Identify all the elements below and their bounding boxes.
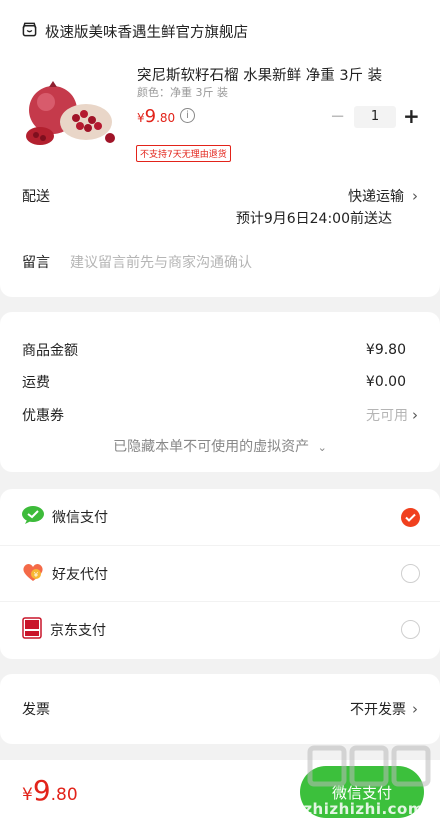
svg-text:¥: ¥ (34, 571, 39, 579)
hidden-assets-note[interactable]: 已隐藏本单不可使用的虚拟资产 ⌄ (0, 436, 440, 456)
invoice-card: 发票 不开发票 › (0, 674, 440, 744)
total-currency: ¥ (22, 785, 33, 805)
radio-unselected-icon[interactable] (401, 620, 420, 639)
delivery-row[interactable]: 配送 快递运输 › (22, 186, 418, 206)
pay-button[interactable]: 微信支付 (300, 766, 424, 818)
payment-method-jd[interactable]: 京东支付 (0, 601, 440, 657)
quantity-value[interactable]: 1 (354, 106, 396, 128)
store-header[interactable]: 极速版美味香遇生鲜官方旗舰店 (22, 20, 418, 42)
goods-amount-label: 商品金额 (22, 343, 78, 359)
chevron-right-icon: › (412, 406, 418, 424)
product-price: ¥ 9 .80 (137, 106, 175, 127)
delivery-method: 快递运输 (348, 189, 404, 205)
friend-pay-label: 好友代付 (52, 566, 108, 583)
price-integer: 9 (144, 106, 157, 127)
price-currency: ¥ (137, 111, 145, 125)
jd-pay-label: 京东支付 (50, 622, 106, 639)
remark-row[interactable]: 留言 建议留言前先与商家沟通确认 (22, 252, 418, 272)
order-card: 极速版美味香遇生鲜官方旗舰店 突尼斯软籽石榴 水果新鲜 净重 3斤 装 颜色：净… (0, 0, 440, 297)
shipping-fee-value: ¥0.00 (365, 374, 406, 390)
product-title[interactable]: 突尼斯软籽石榴 水果新鲜 净重 3斤 装 (137, 64, 382, 85)
coupon-label: 优惠券 (22, 408, 64, 424)
jd-pay-icon (22, 616, 42, 643)
summary-card: 商品金额 ¥9.80 运费 ¥0.00 优惠券 无可用 › 已隐藏本单不可使用的… (0, 312, 440, 472)
total-price: ¥ 9 .80 (22, 774, 78, 807)
coupon-row[interactable]: 优惠券 无可用 › (22, 405, 418, 425)
total-decimal: .80 (50, 785, 78, 805)
goods-amount-value: ¥9.80 (365, 342, 406, 358)
radio-selected-icon[interactable] (401, 507, 420, 527)
quantity-minus-button[interactable]: − (330, 106, 345, 127)
payment-method-wechat[interactable]: 微信支付 (0, 489, 440, 545)
goods-amount-row: 商品金额 ¥9.80 (22, 340, 418, 360)
payment-card: 微信支付 ¥ 好友代付 京东支付 (0, 489, 440, 659)
pay-button-label: 微信支付 (331, 783, 392, 802)
wechat-pay-icon (22, 506, 44, 528)
remark-input[interactable]: 建议留言前先与商家沟通确认 (70, 252, 252, 272)
quantity-plus-button[interactable]: + (403, 104, 420, 128)
shipping-fee-label: 运费 (22, 375, 50, 391)
price-decimal: .80 (156, 111, 176, 125)
friend-pay-icon: ¥ (22, 562, 44, 586)
shipping-fee-row: 运费 ¥0.00 (22, 372, 418, 392)
invoice-value: 不开发票 (350, 702, 406, 718)
price-info-icon[interactable]: i (180, 108, 195, 123)
radio-unselected-icon[interactable] (401, 564, 420, 583)
remark-label: 留言 (22, 255, 50, 271)
checkout-footer: ¥ 9 .80 微信支付 (0, 760, 440, 827)
delivery-eta: 预计9月6日24:00前送达 (235, 211, 392, 227)
store-name: 极速版美味香遇生鲜官方旗舰店 (45, 24, 248, 41)
payment-method-friend[interactable]: ¥ 好友代付 (0, 545, 440, 601)
product-spec: 颜色：净重 3斤 装 (137, 86, 228, 99)
delivery-label: 配送 (22, 189, 50, 205)
invoice-label: 发票 (22, 702, 50, 718)
chevron-right-icon: › (412, 187, 418, 205)
hidden-assets-text: 已隐藏本单不可使用的虚拟资产 (113, 439, 310, 455)
product-image[interactable] (18, 78, 122, 150)
chevron-down-icon: ⌄ (317, 441, 327, 454)
total-integer: 9 (32, 774, 51, 807)
invoice-row[interactable]: 发票 不开发票 › (22, 698, 418, 720)
chevron-right-icon: › (412, 700, 418, 718)
no-return-tag: 不支持7天无理由退货 (136, 145, 231, 162)
wechat-pay-label: 微信支付 (52, 510, 108, 526)
coupon-value: 无可用 (366, 408, 408, 424)
store-icon (22, 22, 37, 41)
